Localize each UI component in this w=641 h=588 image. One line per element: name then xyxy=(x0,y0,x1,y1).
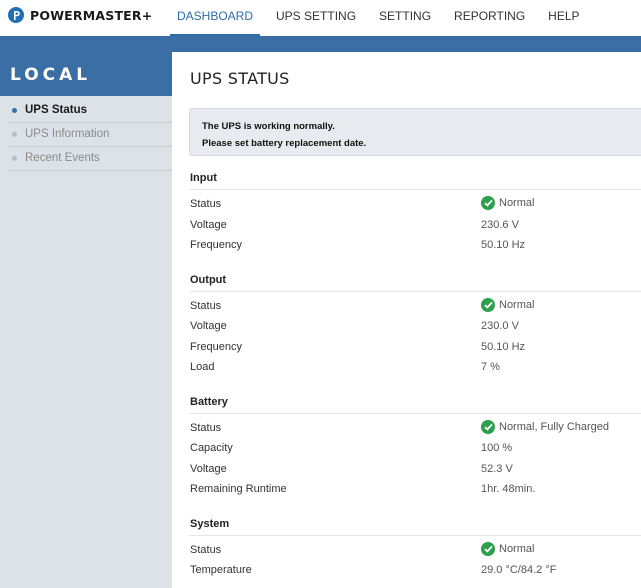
section-title-system: System xyxy=(190,518,230,530)
bullet-icon xyxy=(12,156,17,161)
input-voltage-value: 230.6 V xyxy=(481,219,519,231)
nav-help[interactable]: HELP xyxy=(541,0,586,36)
check-circle-icon xyxy=(481,420,495,434)
output-frequency-value: 50.10 Hz xyxy=(481,341,526,353)
check-circle-icon xyxy=(481,196,495,210)
section-title-output: Output xyxy=(190,274,227,286)
row-label: Frequency xyxy=(190,239,242,251)
output-voltage-value: 230.0 V xyxy=(481,320,519,332)
sidebar-title: LOCAL xyxy=(0,52,172,96)
row-label: Frequency xyxy=(190,341,242,353)
nav-ups-setting[interactable]: UPS SETTING xyxy=(269,0,363,36)
main-panel: UPS STATUS The UPS is working normally. … xyxy=(172,52,641,588)
section-divider xyxy=(189,189,641,190)
nav-dashboard[interactable]: DASHBOARD xyxy=(170,0,261,36)
nav-reporting[interactable]: REPORTING xyxy=(447,0,532,36)
row-label: Temperature xyxy=(190,564,252,576)
battery-capacity-value: 100 % xyxy=(481,442,513,454)
check-circle-icon xyxy=(481,542,495,556)
row-label: Capacity xyxy=(190,442,233,454)
sidebar-item-ups-information[interactable]: UPS Information xyxy=(8,123,172,147)
row-label: Load xyxy=(190,361,215,373)
sidebar-item-label: UPS Status xyxy=(25,104,87,116)
powermaster-logo-icon xyxy=(8,7,24,23)
row-label: Status xyxy=(190,300,222,312)
nav-setting[interactable]: SETTING xyxy=(372,0,438,36)
section-divider xyxy=(189,413,641,414)
input-frequency-value: 50.10 Hz xyxy=(481,239,526,251)
brand-logo[interactable]: POWERMASTER+ xyxy=(8,7,152,23)
row-label: Voltage xyxy=(190,320,227,332)
sidebar: LOCAL UPS Status UPS Information Recent … xyxy=(0,52,172,588)
section-title-battery: Battery xyxy=(190,396,228,408)
sidebar-item-label: UPS Information xyxy=(25,128,110,140)
header-band xyxy=(0,36,641,52)
system-status-value: Normal xyxy=(481,542,534,556)
output-load-value: 7 % xyxy=(481,361,500,373)
row-label: Status xyxy=(190,422,222,434)
brand-name: POWERMASTER+ xyxy=(30,7,153,23)
page-title: UPS STATUS xyxy=(190,69,290,88)
bullet-icon xyxy=(12,108,17,113)
notice-line: Please set battery replacement date. xyxy=(202,138,367,149)
row-label: Voltage xyxy=(190,219,227,231)
main-nav: DASHBOARD UPS SETTING SETTING REPORTING … xyxy=(170,0,596,36)
row-label: Status xyxy=(190,198,222,210)
battery-status-value: Normal, Fully Charged xyxy=(481,420,609,434)
notice-line: The UPS is working normally. xyxy=(202,121,335,132)
sidebar-item-label: Recent Events xyxy=(25,152,100,164)
system-temperature-value: 29.0 °C/84.2 °F xyxy=(481,564,557,576)
battery-voltage-value: 52.3 V xyxy=(481,463,513,475)
input-status-value: Normal xyxy=(481,196,534,210)
section-divider xyxy=(189,291,641,292)
sidebar-item-recent-events[interactable]: Recent Events xyxy=(8,147,172,171)
sidebar-item-ups-status[interactable]: UPS Status xyxy=(8,99,172,123)
section-divider xyxy=(189,535,641,536)
section-title-input: Input xyxy=(190,172,217,184)
row-label: Voltage xyxy=(190,463,227,475)
row-label: Status xyxy=(190,544,222,556)
battery-runtime-value: 1hr. 48min. xyxy=(481,483,536,495)
top-bar: POWERMASTER+ DASHBOARD UPS SETTING SETTI… xyxy=(0,0,641,36)
check-circle-icon xyxy=(481,298,495,312)
status-notice: The UPS is working normally. Please set … xyxy=(189,108,641,156)
row-label: Remaining Runtime xyxy=(190,483,287,495)
output-status-value: Normal xyxy=(481,298,534,312)
bullet-icon xyxy=(12,132,17,137)
